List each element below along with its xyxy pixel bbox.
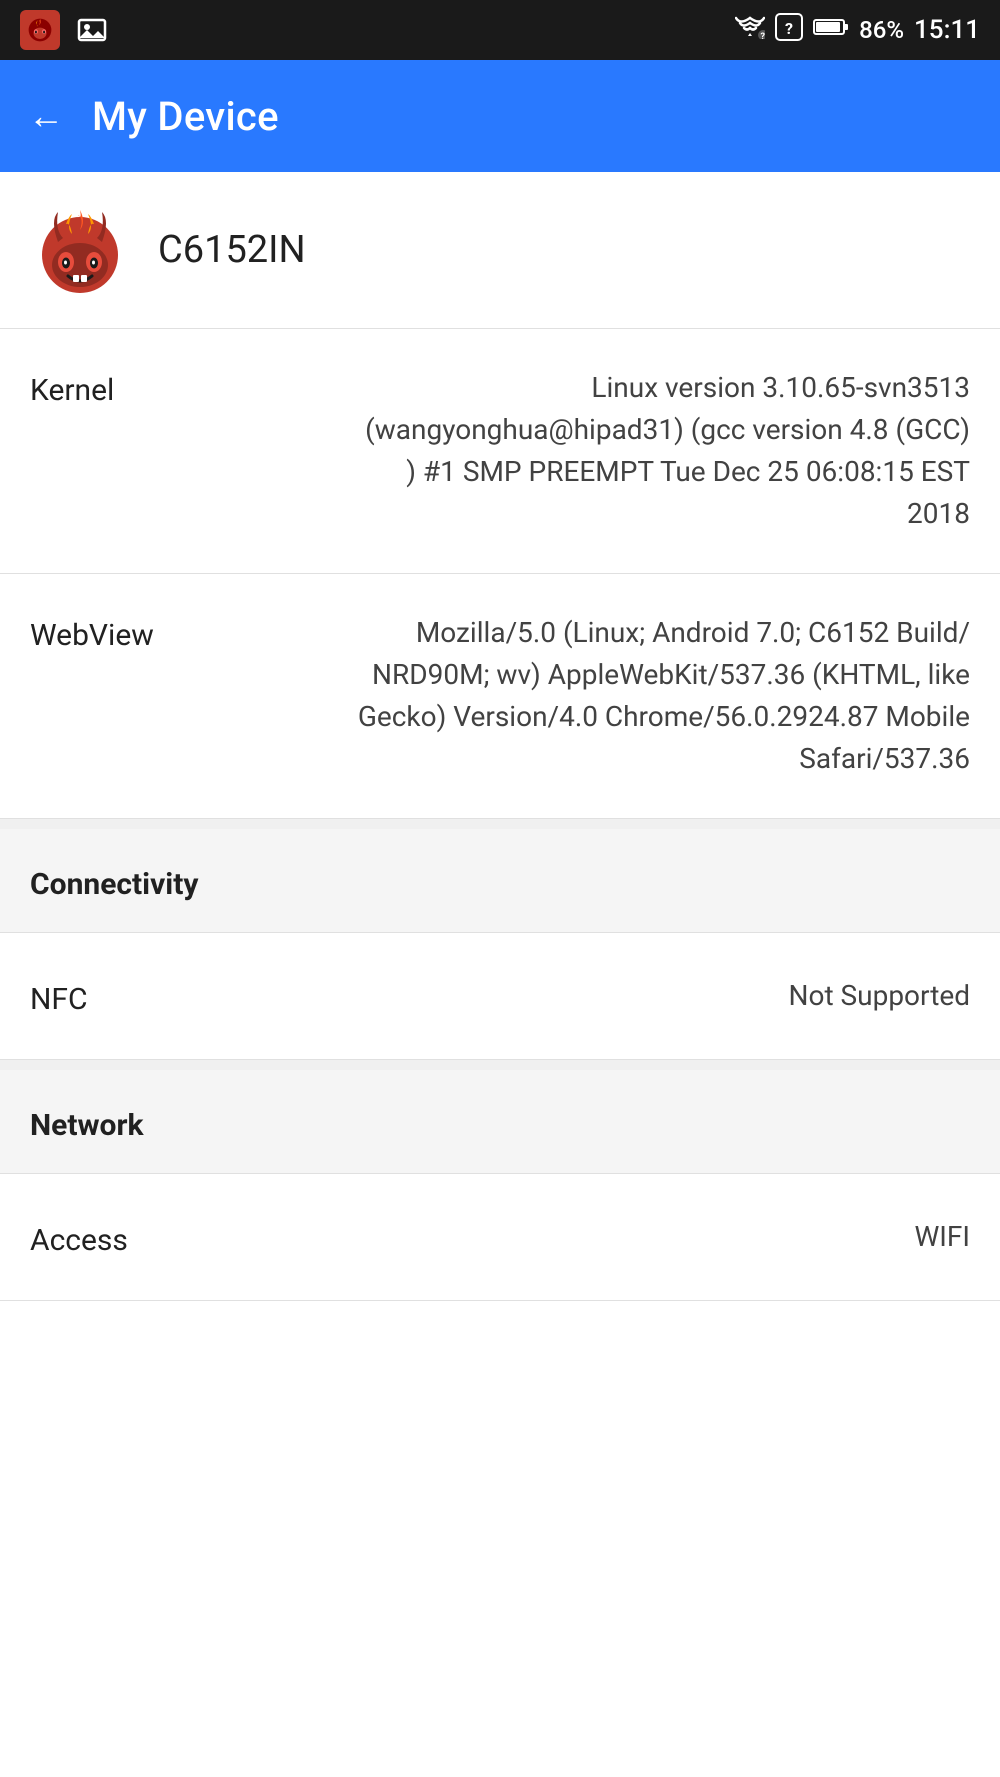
question-icon: ? [775,13,803,47]
access-value: WIFI [914,1216,970,1258]
webview-label: WebView [30,612,210,653]
network-section-header: Network [0,1070,1000,1174]
network-title: Network [30,1108,144,1143]
status-bar: ? ? 86% 15:11 [0,0,1000,60]
status-bar-left [20,10,112,50]
device-devil-icon [30,200,130,300]
kernel-row: Kernel Linux version 3.10.65-svn3513 (wa… [0,329,1000,574]
kernel-value: Linux version 3.10.65-svn3513 (wangyongh… [350,367,970,535]
app-bar: ← My Device [0,60,1000,172]
webview-value: Mozilla/5.0 (Linux; Android 7.0; C6152 B… [350,612,970,780]
access-label: Access [30,1217,210,1258]
nfc-label: NFC [30,976,210,1017]
device-name: C6152IN [158,228,306,272]
kernel-label: Kernel [30,367,210,408]
status-bar-right: ? ? 86% 15:11 [735,13,980,47]
nfc-value: Not Supported [789,975,971,1017]
section-divider-2 [0,1060,1000,1070]
app-bar-title: My Device [92,93,279,140]
wifi-icon: ? [735,15,765,45]
connectivity-title: Connectivity [30,867,199,902]
section-divider-1 [0,819,1000,829]
battery-percent: 86% [859,16,904,44]
back-button[interactable]: ← [28,95,64,137]
time-display: 15:11 [914,15,980,45]
svg-text:?: ? [785,19,793,38]
svg-text:?: ? [761,32,766,39]
webview-row: WebView Mozilla/5.0 (Linux; Android 7.0;… [0,574,1000,819]
nfc-row: NFC Not Supported [0,933,1000,1060]
app-icon [20,10,60,50]
battery-icon [813,17,849,43]
access-row: Access WIFI [0,1174,1000,1301]
connectivity-section-header: Connectivity [0,829,1000,933]
gallery-icon [72,10,112,50]
device-header: C6152IN [0,172,1000,329]
